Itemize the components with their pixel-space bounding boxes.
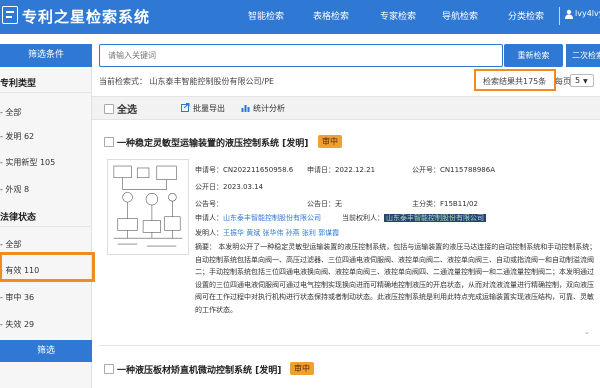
application-date-label: 申请日： [307, 166, 335, 174]
applicant: 申请人：山东泰丰智能控制股份有限公司 [195, 213, 321, 223]
application-date: 申请日：2022.12.21 [307, 165, 375, 175]
highlight-box [0, 252, 95, 282]
applicant-link[interactable]: 山东泰丰智能控制股份有限公司 [223, 214, 321, 222]
divider [99, 345, 600, 346]
per-page-select[interactable]: 5 ▼ [570, 74, 594, 87]
current-search-expression: 当前检索式： 山东泰丰智能控制股份有限公司/PE [99, 77, 275, 86]
select-all-checkbox[interactable] [104, 104, 114, 114]
announce-no: 公告号： [195, 199, 223, 209]
chart-icon[interactable] [241, 103, 250, 112]
status-badge: 审中 [290, 362, 314, 375]
legal-status-all[interactable]: - 全部 [0, 239, 21, 250]
announce-date-value: 无 [335, 200, 342, 208]
top-bar: 专利之星检索系统 智能检索 表格检索 专家检索 导航检索 分类检索 lvy4lv… [0, 0, 600, 34]
patent-type-invention[interactable]: - 发明 62 [0, 131, 34, 142]
patent-type-design[interactable]: - 外观 8 [0, 184, 29, 195]
app-title: 专利之星检索系统 [22, 8, 151, 26]
user-icon[interactable] [564, 9, 574, 19]
legal-status-pending[interactable]: - 审中 36 [0, 292, 34, 303]
search-box [99, 44, 503, 67]
filter-sidebar: 专利类型 - 全部 - 发明 62 - 实用新型 105 - 外观 8 法律状态… [0, 67, 92, 388]
current-owner: 当前权利人： 山东泰丰智能控制股份有限公司 [342, 213, 486, 223]
per-page-value: 5 [575, 76, 581, 85]
result-checkbox[interactable] [104, 137, 114, 147]
nav-smart-search[interactable]: 智能检索 [248, 9, 284, 22]
research-button[interactable]: 重新检索 [504, 44, 563, 67]
patent-type-all[interactable]: - 全部 [0, 107, 21, 118]
select-all-label[interactable]: 全选 [117, 101, 137, 116]
patent-drawing-thumbnail[interactable] [107, 159, 189, 255]
nav-divider [559, 7, 560, 25]
application-no-value: CN202211650958.6 [223, 166, 294, 174]
application-no-label: 申请号： [195, 166, 223, 174]
publication-date: 公开日：2023.03.14 [195, 182, 263, 192]
nav-expert-search[interactable]: 专家检索 [380, 9, 416, 22]
per-page-label: 每页 [555, 77, 571, 86]
main-class: 主分类：F15B11/02 [412, 199, 478, 209]
publication-date-value: 2023.03.14 [223, 183, 264, 191]
application-no: 申请号：CN202211650958.6 [195, 165, 293, 175]
owner-label: 当前权利人： [342, 214, 384, 222]
batch-export-button[interactable]: 批量导出 [193, 103, 225, 114]
secondary-search-button[interactable]: 二次检索 [566, 44, 600, 67]
announce-date-label: 公告日： [307, 200, 335, 208]
announce-date: 公告日：无 [307, 199, 342, 209]
nav-navigation-search[interactable]: 导航检索 [442, 9, 478, 22]
filter-button[interactable]: 筛选 [0, 340, 92, 362]
search-input[interactable] [100, 45, 502, 66]
main-class-label: 主分类： [412, 200, 440, 208]
expand-icon[interactable]: ⌄ [584, 328, 596, 336]
divider [0, 226, 92, 227]
announce-no-label: 公告号： [195, 200, 223, 208]
result-title[interactable]: 一种稳定灵敏型运输装置的液压控制系统 [发明] [117, 136, 308, 149]
main-class-value: F15B11/02 [440, 200, 478, 208]
logo-icon [2, 6, 18, 24]
legal-status-title: 法律状态 [0, 213, 37, 223]
publication-date-label: 公开日： [195, 183, 223, 191]
results-toolbar [92, 96, 600, 120]
application-date-value: 2022.12.21 [335, 166, 376, 174]
legal-status-invalid[interactable]: - 失效 29 [0, 319, 34, 330]
status-badge: 审中 [318, 135, 342, 148]
nav-category-search[interactable]: 分类检索 [508, 9, 544, 22]
statistics-button[interactable]: 统计分析 [253, 103, 285, 114]
filter-conditions-header: 筛选条件 [0, 44, 92, 67]
result-checkbox[interactable] [104, 364, 114, 374]
owner-link[interactable]: 山东泰丰智能控制股份有限公司 [384, 214, 486, 222]
inventors: 发明人：王振华 黄斌 张华伟 孙燕 张利 郭谋霞 [195, 228, 339, 238]
chevron-down-icon: ▼ [583, 78, 588, 85]
publication-no-value: CN115788986A [440, 166, 495, 174]
result-count: 检索结果共175条 [483, 77, 547, 86]
user-name[interactable]: lvy4lvy [575, 9, 600, 18]
publication-no-label: 公开号： [412, 166, 440, 174]
export-icon[interactable] [181, 103, 190, 112]
publication-no: 公开号：CN115788986A [412, 165, 495, 175]
patent-type-utility[interactable]: - 实用新型 105 [0, 157, 55, 168]
patent-type-title: 专利类型 [0, 79, 37, 89]
nav-table-search[interactable]: 表格检索 [313, 9, 349, 22]
inventor-links[interactable]: 王振华 黄斌 张华伟 孙燕 张利 郭谋霞 [223, 229, 339, 237]
applicant-label: 申请人： [195, 214, 223, 222]
divider [0, 92, 92, 93]
inventor-label: 发明人： [195, 229, 223, 237]
result-title[interactable]: 一种液压板材矫直机微动控制系统 [发明] [117, 363, 281, 376]
result-abstract: 摘要： 本发明公开了一种稳定灵敏型运输装置的液压控制系统，包括与运输装置的液压马… [195, 243, 597, 314]
